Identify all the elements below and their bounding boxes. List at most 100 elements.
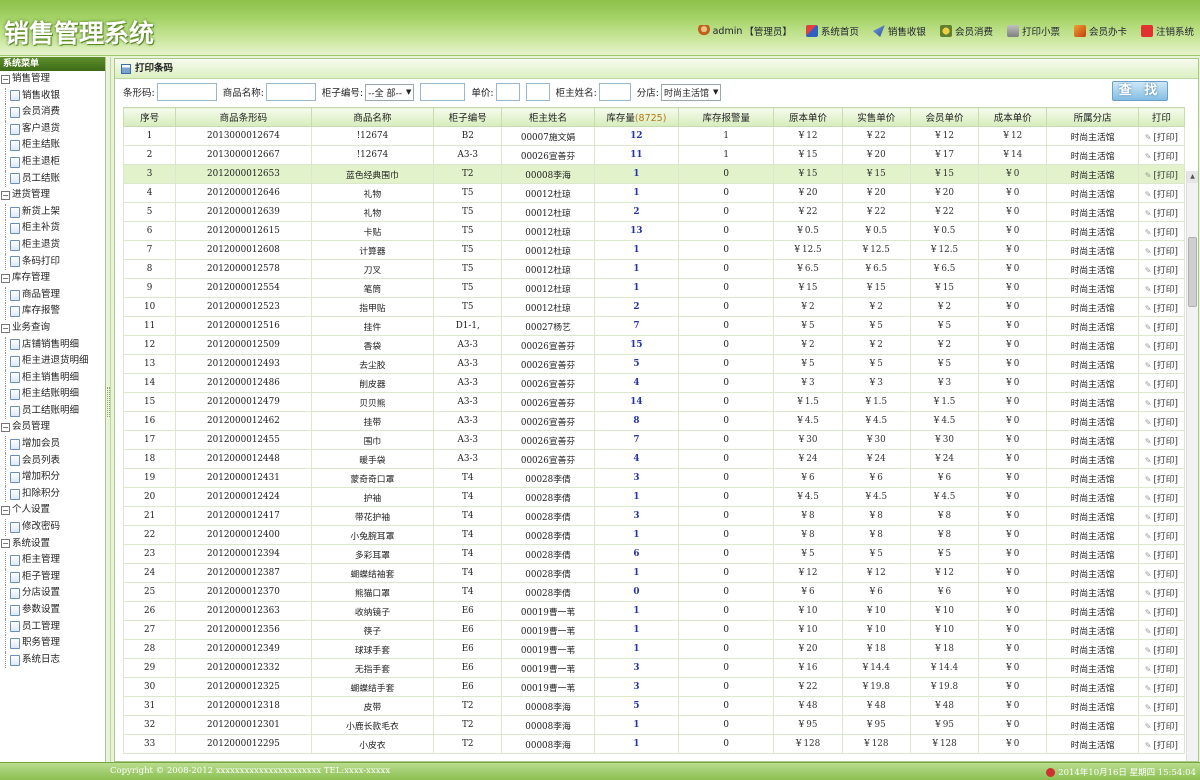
- collapse-icon[interactable]: −: [1, 506, 10, 516]
- table-row[interactable]: 302012000012325蝴蝶结手套E600019曹一苇302219.819…: [123, 677, 1185, 697]
- sidebar-item[interactable]: 员工管理: [0, 618, 105, 636]
- collapse-icon[interactable]: −: [1, 423, 10, 433]
- column-header[interactable]: 原本单价: [773, 107, 843, 127]
- print-link[interactable]: ✎ [打印]: [1137, 525, 1185, 545]
- table-row[interactable]: 132012000012493去尘胶A3-300026宣善芬505550时尚主活…: [123, 354, 1185, 374]
- column-header[interactable]: 打印: [1137, 107, 1185, 127]
- sidebar-group-header[interactable]: − 业务查询: [0, 320, 105, 337]
- table-row[interactable]: 332012000012295小皮衣T200008李海101281281280时…: [123, 734, 1185, 754]
- sidebar-group-header[interactable]: − 系统设置: [0, 536, 105, 553]
- sidebar-splitter[interactable]: [106, 57, 111, 762]
- table-row[interactable]: 62012000012615卡贴T500012杜琼1300.50.50.50时尚…: [123, 221, 1185, 241]
- price-min-input[interactable]: [495, 83, 520, 101]
- table-row[interactable]: 192012000012431蒙奇奇口罩T400028李倩306660时尚主活馆…: [123, 468, 1185, 488]
- scroll-up-icon[interactable]: ▲: [1187, 171, 1198, 183]
- print-link[interactable]: ✎ [打印]: [1137, 677, 1185, 697]
- column-header[interactable]: 商品条形码: [175, 107, 312, 127]
- sidebar-item[interactable]: 员工结账: [0, 170, 105, 188]
- sidebar-item[interactable]: 柜主管理: [0, 552, 105, 569]
- print-link[interactable]: ✎ [打印]: [1137, 734, 1185, 754]
- topnav-item-0[interactable]: admin: [697, 25, 742, 37]
- print-link[interactable]: ✎ [打印]: [1137, 259, 1185, 279]
- sidebar-item[interactable]: 系统日志: [0, 651, 105, 669]
- splitter-grip[interactable]: [107, 387, 110, 417]
- table-row[interactable]: 272012000012356筷子E600019曹一苇101010100时尚主活…: [123, 620, 1185, 640]
- branch-select[interactable]: 时尚主活馆 ▼: [660, 83, 722, 101]
- sidebar-item[interactable]: 条码打印: [0, 253, 105, 271]
- print-link[interactable]: ✎ [打印]: [1137, 582, 1185, 602]
- table-row[interactable]: 72012000012608计算器T500012杜琼1012.512.512.5…: [123, 240, 1185, 260]
- print-link[interactable]: ✎ [打印]: [1137, 373, 1185, 393]
- sidebar-item[interactable]: 柜主退柜: [0, 153, 105, 171]
- scrollbar-thumb[interactable]: [1188, 237, 1197, 307]
- column-header[interactable]: 柜子编号: [433, 107, 503, 127]
- table-row[interactable]: 212012000012417带花护袖T400028李倩308880时尚主活馆✎…: [123, 506, 1185, 526]
- table-row[interactable]: 242012000012387蝴蝶结袖套T400028李倩101212120时尚…: [123, 563, 1185, 583]
- sidebar-item[interactable]: 扣除积分: [0, 485, 105, 503]
- sidebar-item[interactable]: 柜主进退货明细: [0, 353, 105, 370]
- sidebar-item[interactable]: 店铺销售明细: [0, 336, 105, 354]
- print-link[interactable]: ✎ [打印]: [1137, 715, 1185, 735]
- column-header[interactable]: 商品名称: [310, 107, 435, 127]
- sidebar-group-header[interactable]: − 库存管理: [0, 270, 105, 287]
- print-link[interactable]: ✎ [打印]: [1137, 658, 1185, 678]
- print-link[interactable]: ✎ [打印]: [1137, 164, 1185, 184]
- column-header[interactable]: 实售单价: [841, 107, 911, 127]
- collapse-icon[interactable]: −: [1, 539, 10, 549]
- print-link[interactable]: ✎ [打印]: [1137, 544, 1185, 564]
- table-row[interactable]: 52012000012639礼物T500012杜琼202222220时尚主活馆✎…: [123, 202, 1185, 222]
- topnav-item-5[interactable]: 打印小票: [1006, 24, 1060, 38]
- search-button[interactable]: 查 找: [1112, 81, 1168, 101]
- table-row[interactable]: 102012000012523指甲贴T500012杜琼202220时尚主活馆✎[…: [123, 297, 1185, 317]
- vertical-scrollbar[interactable]: ▲: [1186, 171, 1198, 761]
- sidebar-item[interactable]: 库存报警: [0, 303, 105, 320]
- topnav-item-4[interactable]: 会员消费: [939, 24, 993, 38]
- table-row[interactable]: 312012000012318皮带T200008李海504848480时尚主活馆…: [123, 696, 1185, 716]
- print-link[interactable]: ✎ [打印]: [1137, 696, 1185, 716]
- sidebar-item[interactable]: 柜主结账: [0, 137, 105, 154]
- print-link[interactable]: ✎ [打印]: [1137, 316, 1185, 336]
- sidebar-item[interactable]: 商品管理: [0, 286, 105, 304]
- sidebar-group-header[interactable]: − 个人设置: [0, 502, 105, 519]
- print-link[interactable]: ✎ [打印]: [1137, 297, 1185, 317]
- print-link[interactable]: ✎ [打印]: [1137, 411, 1185, 431]
- topnav-item-7[interactable]: 注销系统: [1140, 24, 1194, 38]
- print-link[interactable]: ✎ [打印]: [1137, 563, 1185, 583]
- sidebar-group-header[interactable]: − 会员管理: [0, 419, 105, 436]
- print-link[interactable]: ✎ [打印]: [1137, 183, 1185, 203]
- print-link[interactable]: ✎ [打印]: [1137, 601, 1185, 621]
- print-link[interactable]: ✎ [打印]: [1137, 126, 1185, 146]
- print-link[interactable]: ✎ [打印]: [1137, 202, 1185, 222]
- topnav-item-3[interactable]: 销售收银: [872, 24, 926, 38]
- print-link[interactable]: ✎ [打印]: [1137, 221, 1185, 241]
- table-row[interactable]: 12013000012674!12674B200007施文娟1211222121…: [123, 126, 1185, 146]
- topnav-item-2[interactable]: 系统首页: [805, 24, 859, 38]
- table-row[interactable]: 112012000012516挂件D1-1,00027杨艺705550时尚主活馆…: [123, 316, 1185, 336]
- table-row[interactable]: 292012000012332无指手套E600019曹一苇301614.414.…: [123, 658, 1185, 678]
- sidebar-group-header[interactable]: − 销售管理: [0, 71, 105, 88]
- print-link[interactable]: ✎ [打印]: [1137, 240, 1185, 260]
- table-row[interactable]: 22013000012667!12674A3-300026宣善芬11115201…: [123, 145, 1185, 165]
- table-row[interactable]: 232012000012394多彩耳罩T400028李倩605550时尚主活馆✎…: [123, 544, 1185, 564]
- sidebar-item[interactable]: 新货上架: [0, 203, 105, 221]
- print-link[interactable]: ✎ [打印]: [1137, 430, 1185, 450]
- column-header[interactable]: 成本单价: [978, 107, 1048, 127]
- table-row[interactable]: 142012000012486削皮器A3-300026宣善芬403330时尚主活…: [123, 373, 1185, 393]
- sidebar-item[interactable]: 客户退货: [0, 120, 105, 138]
- print-link[interactable]: ✎ [打印]: [1137, 335, 1185, 355]
- print-link[interactable]: ✎ [打印]: [1137, 639, 1185, 659]
- sidebar-item[interactable]: 增加积分: [0, 469, 105, 486]
- price-max-input[interactable]: [525, 83, 550, 101]
- column-header[interactable]: 所属分店: [1046, 107, 1139, 127]
- table-row[interactable]: 122012000012509香袋A3-300026宣善芬1502220时尚主活…: [123, 335, 1185, 355]
- column-header[interactable]: 会员单价: [909, 107, 980, 127]
- sidebar-item[interactable]: 会员消费: [0, 104, 105, 121]
- table-row[interactable]: 162012000012462挂带A3-300026宣善芬804.54.54.5…: [123, 411, 1185, 431]
- topnav-item-6[interactable]: 会员办卡: [1073, 24, 1127, 38]
- table-row[interactable]: 32012000012653蓝色经典围巾T200008李海101515150时尚…: [123, 164, 1185, 184]
- table-row[interactable]: 202012000012424护袖T400028李倩104.54.54.50时尚…: [123, 487, 1185, 507]
- product-name-input[interactable]: [265, 83, 316, 101]
- owner-name-input[interactable]: [598, 83, 631, 101]
- sidebar-item[interactable]: 销售收银: [0, 87, 105, 105]
- sidebar-item[interactable]: 柜主补货: [0, 220, 105, 237]
